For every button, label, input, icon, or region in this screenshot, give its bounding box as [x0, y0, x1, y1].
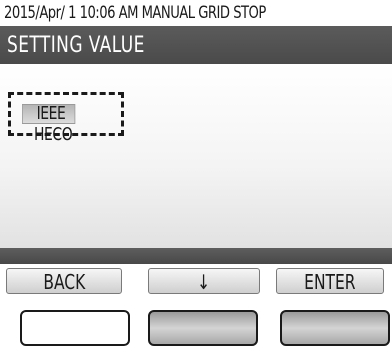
down-hardware-button[interactable]: [148, 310, 258, 346]
option-ieee-label: IEEE: [36, 103, 66, 124]
enter-softkey[interactable]: ENTER: [276, 268, 384, 294]
setting-list-area: IEEE HECO: [0, 64, 392, 248]
option-heco[interactable]: HECO: [34, 124, 73, 145]
page-title: SETTING VALUE: [7, 33, 145, 58]
title-bar: SETTING VALUE: [0, 26, 392, 64]
option-ieee[interactable]: IEEE: [22, 103, 76, 124]
back-softkey[interactable]: BACK: [6, 268, 122, 294]
status-bar: 2015/Apr/ 1 10:06 AM MANUAL GRID STOP: [0, 0, 392, 26]
down-softkey[interactable]: ↓: [148, 268, 260, 294]
enter-softkey-label: ENTER: [304, 270, 356, 294]
back-softkey-label: BACK: [43, 270, 85, 294]
divider-bar: [0, 248, 392, 264]
status-datetime-mode: 2015/Apr/ 1 10:06 AM MANUAL GRID STOP: [4, 3, 266, 23]
back-hardware-button[interactable]: [20, 310, 130, 346]
down-arrow-icon: ↓: [197, 270, 211, 294]
softkey-strip: BACK ↓ ENTER: [0, 264, 392, 298]
enter-hardware-button[interactable]: [280, 310, 390, 346]
